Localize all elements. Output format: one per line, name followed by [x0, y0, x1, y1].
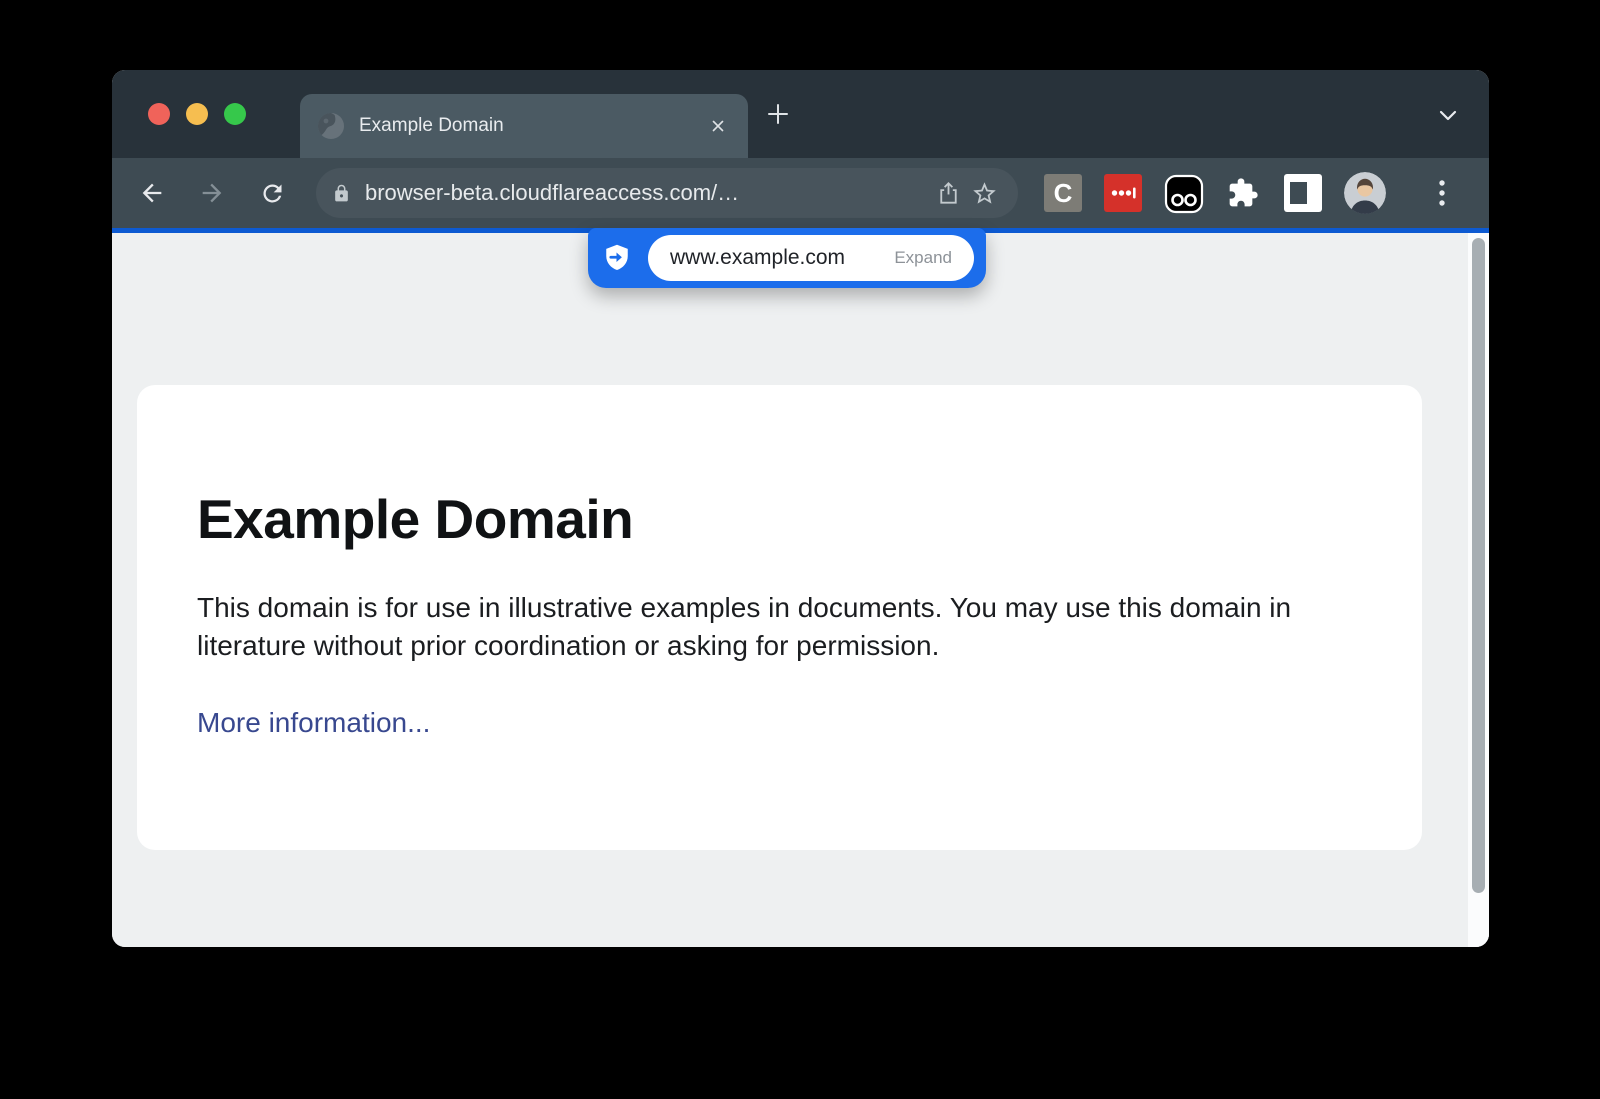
page-paragraph: This domain is for use in illustrative e… — [197, 589, 1337, 665]
back-arrow-icon — [138, 179, 166, 207]
c-extension-glyph: C — [1054, 178, 1073, 209]
expand-button[interactable]: Expand — [894, 248, 952, 268]
window-close-button[interactable] — [148, 103, 170, 125]
scrollbar-thumb[interactable] — [1472, 238, 1485, 893]
chevron-down-icon — [1435, 102, 1461, 128]
share-button[interactable] — [930, 175, 966, 211]
bookmark-star-button[interactable] — [966, 175, 1002, 211]
side-panel-icon — [1290, 182, 1307, 204]
lock-icon — [332, 184, 351, 203]
traffic-lights — [148, 103, 246, 125]
shield-arrow-icon — [602, 243, 632, 273]
globe-icon — [318, 113, 344, 139]
reload-icon — [259, 180, 286, 207]
black-rings-icon — [1164, 174, 1204, 214]
rings-extension-button[interactable] — [1164, 174, 1202, 212]
browser-toolbar: browser-beta.cloudflareaccess.com/… C — [112, 158, 1489, 228]
address-bar[interactable]: browser-beta.cloudflareaccess.com/… — [316, 168, 1018, 218]
forward-arrow-icon — [198, 179, 226, 207]
share-icon — [935, 180, 962, 207]
more-information-link[interactable]: More information... — [197, 707, 430, 738]
lastpass-dots-icon — [1104, 174, 1142, 212]
lastpass-extension-button[interactable] — [1104, 174, 1142, 212]
browser-window: Example Domain — [112, 70, 1489, 947]
example-domain-card: Example Domain This domain is for use in… — [137, 385, 1422, 850]
c-extension-button[interactable]: C — [1044, 174, 1082, 212]
url-text: browser-beta.cloudflareaccess.com/… — [365, 180, 930, 206]
window-zoom-button[interactable] — [224, 103, 246, 125]
reload-button[interactable] — [254, 175, 290, 211]
new-tab-button[interactable] — [764, 100, 792, 128]
kebab-menu-icon — [1437, 178, 1447, 208]
extensions-menu-button[interactable] — [1224, 174, 1262, 212]
browser-tab[interactable]: Example Domain — [300, 94, 748, 158]
profile-avatar-button[interactable] — [1344, 172, 1386, 214]
tab-strip: Example Domain — [112, 70, 1489, 158]
plus-icon — [765, 101, 791, 127]
puzzle-icon — [1227, 177, 1259, 209]
isolation-host-pill: www.example.com Expand — [648, 235, 974, 281]
forward-button[interactable] — [194, 175, 230, 211]
tab-title: Example Domain — [359, 115, 706, 137]
avatar-photo — [1344, 172, 1386, 214]
extensions-area: C — [1044, 172, 1454, 214]
tab-close-icon[interactable] — [706, 114, 730, 138]
page-title: Example Domain — [197, 487, 1362, 551]
side-panel-button[interactable] — [1284, 174, 1322, 212]
star-icon — [971, 180, 998, 207]
browser-menu-button[interactable] — [1430, 175, 1454, 211]
tab-search-chevron-button[interactable] — [1435, 102, 1461, 128]
back-button[interactable] — [134, 175, 170, 211]
isolated-hostname: www.example.com — [670, 246, 845, 270]
page-viewport: www.example.com Expand Example Domain Th… — [112, 233, 1489, 947]
isolation-pill[interactable]: www.example.com Expand — [588, 228, 986, 288]
window-minimize-button[interactable] — [186, 103, 208, 125]
